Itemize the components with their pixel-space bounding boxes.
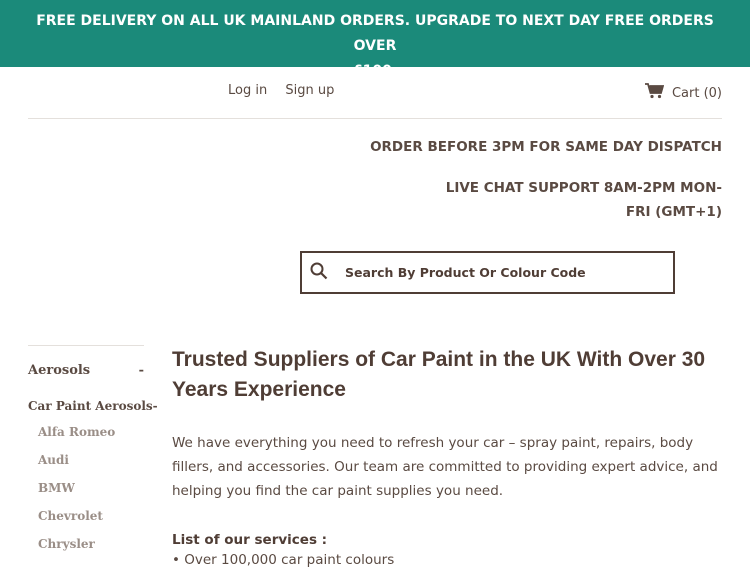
list-item: • Over 100,000 car paint colours [172,552,395,568]
sidebar-item-car-paint-aerosols[interactable]: Car Paint Aerosols - [28,399,158,413]
sidebar-item-alfa-romeo[interactable]: Alfa Romeo [28,422,144,450]
header-divider [28,118,722,119]
dispatch-notice: ORDER BEFORE 3PM FOR SAME DAY DISPATCH [370,139,722,155]
main-content: Trusted Suppliers of Car Paint in the UK… [172,345,727,568]
search-input[interactable] [343,264,647,281]
page-title: Trusted Suppliers of Car Paint in the UK… [172,348,706,401]
cart-icon [644,83,665,103]
search-icon[interactable] [302,262,343,284]
sidebar-divider [28,345,144,346]
sidebar-item-chevrolet[interactable]: Chevrolet [28,506,144,534]
search-box [300,251,675,294]
category-sidebar: Aerosols - Car Paint Aerosols - Alfa Rom… [28,345,158,562]
sidebar-item-bmw[interactable]: BMW [28,478,144,506]
promo-banner: FREE DELIVERY ON ALL UK MAINLAND ORDERS.… [0,0,750,79]
sidebar-item-audi[interactable]: Audi [28,450,144,478]
intro-paragraph: We have everything you need to refresh y… [172,435,718,499]
sidebar-subheading: Car Paint Aerosols [28,399,153,413]
login-link[interactable]: Log in [228,83,267,98]
account-links: Log in Sign up [228,83,348,98]
cart-link[interactable]: Cart (0) [644,83,722,103]
signup-link[interactable]: Sign up [285,83,334,98]
promo-banner-line1: FREE DELIVERY ON ALL UK MAINLAND ORDERS.… [36,13,714,54]
collapse-toggle[interactable]: - [153,399,158,413]
sidebar-item-chrysler[interactable]: Chrysler [28,534,144,562]
sidebar-heading: Aerosols [28,363,91,378]
cart-label: Cart (0) [671,85,722,101]
services-list: • Over 100,000 car paint colours [172,552,727,568]
services-heading: List of our services : [172,532,328,548]
chat-support-notice: LIVE CHAT SUPPORT 8AM-2PM MON-FRI (GMT+1… [445,180,722,220]
collapse-toggle[interactable]: - [139,363,144,378]
sidebar-item-aerosols[interactable]: Aerosols - [28,363,144,378]
brand-list: Alfa Romeo Audi BMW Chevrolet Chrysler [28,422,144,562]
promo-banner-line2: £100. [352,63,398,79]
